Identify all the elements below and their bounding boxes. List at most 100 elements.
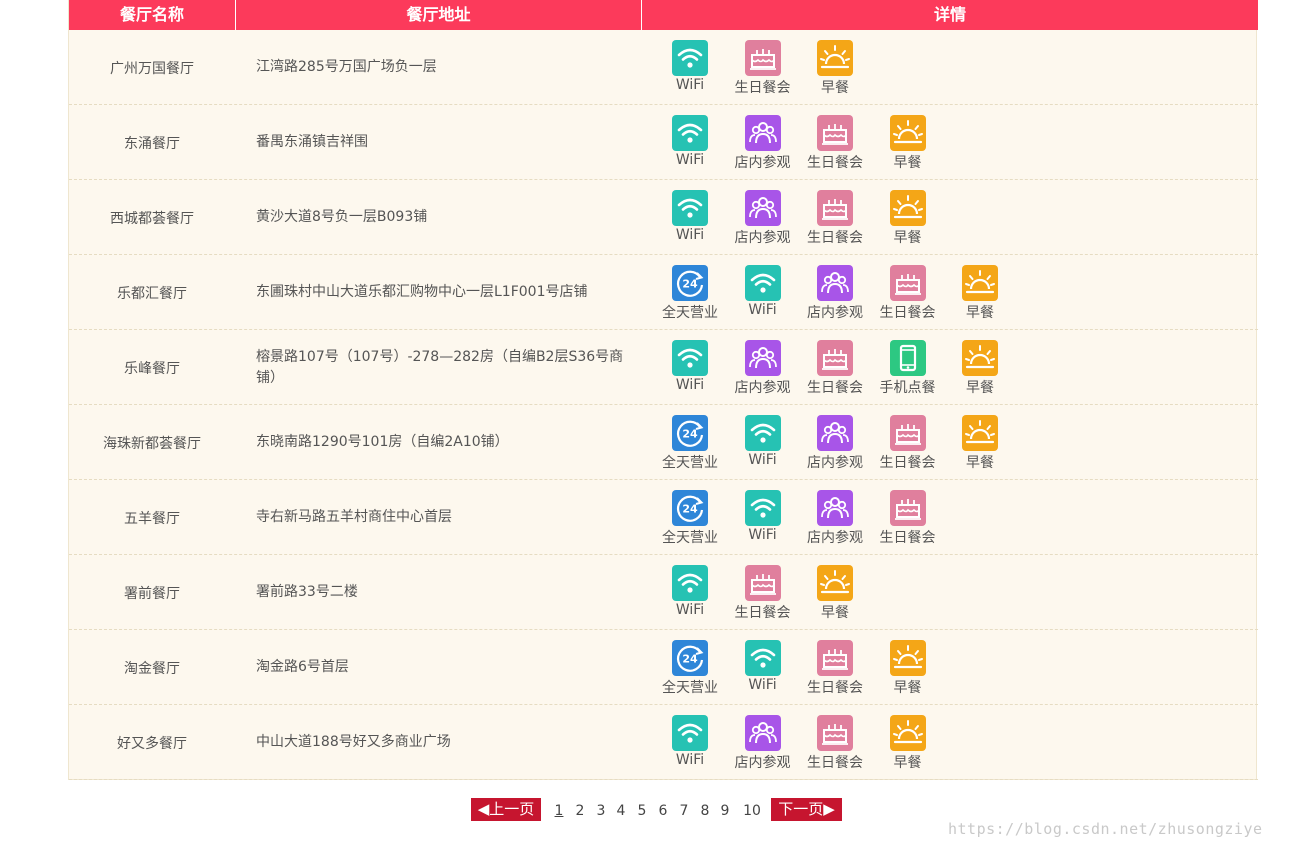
next-page-button[interactable]: 下一页▶ [771, 798, 842, 821]
feature-wifi: WiFi [727, 412, 799, 472]
feature-breakfast: 早餐 [799, 37, 871, 97]
cake-icon [744, 40, 781, 76]
restaurant-features: WiFi 生日餐会 早餐 [654, 555, 1254, 630]
restaurant-table: 餐厅名称 餐厅地址 详情 广州万国餐厅 江湾路285号万国广场负一层 WiFi 生日餐… [68, 0, 1258, 780]
svg-text:24: 24 [682, 503, 698, 516]
page-link-6[interactable]: 6 [654, 798, 672, 821]
feature-birthday: 生日餐会 [799, 712, 871, 772]
svg-text:24: 24 [682, 653, 698, 666]
clock-24-icon: 24 [672, 415, 708, 451]
feature-birthday: 生日餐会 [872, 487, 944, 547]
feature-label: 生日餐会 [734, 605, 791, 621]
restaurant-features: WiFi 生日餐会 早餐 [654, 30, 1254, 105]
feature-wifi: WiFi [654, 562, 726, 622]
page-link-5[interactable]: 5 [633, 798, 651, 821]
sunrise-icon [962, 265, 998, 301]
restaurant-name: 西城都荟餐厅 [110, 210, 194, 227]
table-row: 五羊餐厅 寺右新马路五羊村商住中心首层 24 全天营业 WiFi 店内参观 生日餐会 [69, 480, 1258, 555]
page-link-10[interactable]: 10 [741, 798, 763, 821]
feature-label: 店内参观 [734, 155, 791, 171]
table-row: 广州万国餐厅 江湾路285号万国广场负一层 WiFi 生日餐会 早餐 [69, 30, 1258, 105]
feature-birthday: 生日餐会 [799, 637, 871, 697]
restaurant-address: 番禺东涌镇吉祥围 [256, 134, 368, 150]
people-icon [744, 715, 781, 751]
feature-birthday: 生日餐会 [799, 187, 871, 247]
sunrise-icon [889, 115, 926, 151]
people-icon [744, 190, 781, 226]
wifi-icon [672, 115, 708, 151]
sunrise-icon [962, 415, 998, 451]
feature-label: 全天营业 [662, 680, 718, 696]
feature-breakfast: 早餐 [872, 112, 944, 172]
page-link-9[interactable]: 9 [716, 798, 734, 821]
feature-label: 店内参观 [807, 530, 863, 546]
restaurant-name: 乐峰餐厅 [124, 360, 180, 377]
restaurant-name: 广州万国餐厅 [110, 60, 194, 77]
feature-label: 店内参观 [807, 305, 863, 321]
feature-birthday: 生日餐会 [727, 562, 799, 622]
restaurant-features: WiFi 店内参观 生日餐会 早餐 [654, 105, 1254, 180]
watermark: https://blog.csdn.net/zhusongziye [948, 820, 1263, 838]
page-link-1[interactable]: 1 [550, 798, 568, 821]
feature-label: 早餐 [966, 380, 994, 396]
wifi-icon [744, 415, 781, 451]
feature-label: WiFi [675, 152, 705, 168]
feature-birthday: 生日餐会 [799, 112, 871, 172]
feature-label: 全天营业 [662, 530, 718, 546]
wifi-icon [672, 340, 708, 376]
restaurant-name: 乐都汇餐厅 [117, 285, 187, 302]
cake-icon [817, 340, 853, 376]
feature-wifi: WiFi [727, 487, 799, 547]
cake-icon [817, 190, 853, 226]
restaurant-name: 好又多餐厅 [117, 735, 187, 752]
feature-label: 早餐 [893, 230, 922, 246]
page-link-4[interactable]: 4 [612, 798, 630, 821]
restaurant-name: 署前餐厅 [124, 585, 180, 602]
page-link-8[interactable]: 8 [696, 798, 714, 821]
page-link-7[interactable]: 7 [675, 798, 693, 821]
feature-label: WiFi [748, 677, 777, 693]
restaurant-features: WiFi 店内参观 生日餐会 早餐 [654, 180, 1254, 255]
table-header: 餐厅名称 餐厅地址 详情 [69, 0, 1258, 30]
feature-wifi: WiFi [654, 112, 726, 172]
restaurant-name: 海珠新都荟餐厅 [103, 435, 201, 452]
cake-icon [889, 490, 926, 526]
feature-label: 生日餐会 [807, 680, 863, 696]
table-row: 乐峰餐厅 榕景路107号（107号）-278—282房（自编B2层S36号商铺） W… [69, 330, 1258, 405]
cake-icon [817, 640, 853, 676]
feature-birthday: 生日餐会 [872, 412, 944, 472]
restaurant-address: 江湾路285号万国广场负一层 [256, 59, 437, 75]
restaurant-address: 署前路33号二楼 [256, 584, 358, 600]
page-link-3[interactable]: 3 [592, 798, 610, 821]
feature-breakfast: 早餐 [872, 712, 944, 772]
table-row: 海珠新都荟餐厅 东晓南路1290号101房（自编2A10铺） 24 全天营业 WiFi 店… [69, 405, 1258, 480]
restaurant-address: 东圃珠村中山大道乐都汇购物中心一层L1F001号店铺 [256, 284, 588, 300]
feature-wifi: WiFi [727, 262, 799, 322]
column-header-name: 餐厅名称 [119, 5, 184, 24]
people-icon [817, 490, 853, 526]
feature-label: 生日餐会 [879, 455, 936, 471]
feature-label: 生日餐会 [879, 530, 936, 546]
feature-breakfast: 早餐 [944, 262, 1016, 322]
restaurant-features: 24 全天营业 WiFi 店内参观 生日餐会 早餐 [654, 405, 1254, 480]
restaurant-name: 淘金餐厅 [124, 660, 180, 677]
restaurant-address: 中山大道188号好又多商业广场 [256, 734, 451, 750]
sunrise-icon [889, 715, 926, 751]
feature-label: WiFi [675, 377, 705, 393]
feature-label: 店内参观 [734, 380, 791, 396]
cake-icon [817, 115, 853, 151]
feature-mobile: 手机点餐 [872, 337, 944, 397]
feature-breakfast: 早餐 [944, 412, 1016, 472]
row-divider [69, 779, 1258, 780]
sunrise-icon [889, 640, 926, 676]
cake-icon [889, 415, 926, 451]
prev-page-button[interactable]: ◀上一页 [471, 798, 541, 821]
cake-icon [744, 565, 781, 601]
svg-text:24: 24 [682, 278, 698, 291]
page-link-2[interactable]: 2 [571, 798, 589, 821]
feature-wifi: WiFi [727, 637, 799, 697]
people-icon [744, 115, 781, 151]
feature-label: 店内参观 [807, 455, 863, 471]
clock-24-icon: 24 [672, 640, 708, 676]
feature-wifi: WiFi [654, 37, 726, 97]
